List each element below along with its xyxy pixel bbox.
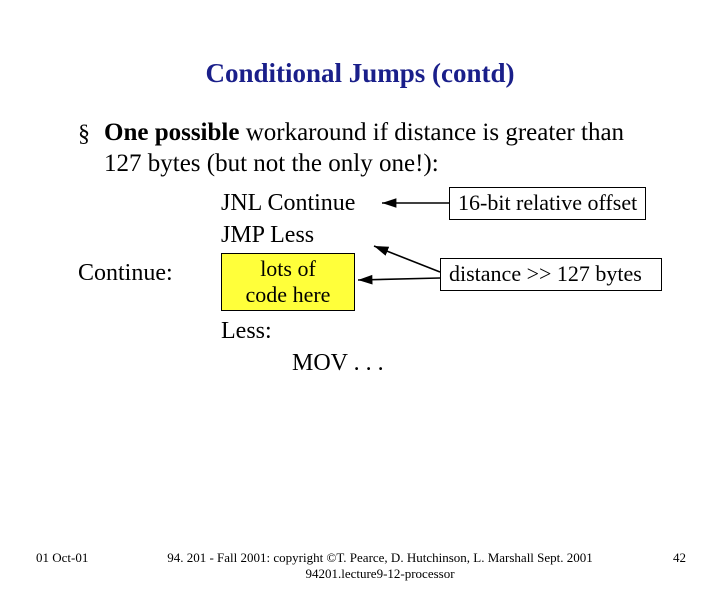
footer-lecture-id: 94201.lecture9-12-processor [110, 566, 650, 582]
code-jnl: JNL Continue [221, 190, 355, 217]
annotation-16bit-offset: 16-bit relative offset [449, 187, 646, 220]
lots-line2: code here [222, 282, 354, 307]
arrow-icon [358, 278, 440, 280]
footer: 01 Oct-01 94. 201 - Fall 2001: copyright… [0, 550, 720, 583]
footer-center: 94. 201 - Fall 2001: copyright ©T. Pearc… [110, 550, 650, 583]
slide: Conditional Jumps (contd) § One possible… [0, 58, 720, 598]
lots-line1: lots of [222, 256, 354, 281]
code-mov: MOV . . . [292, 350, 384, 377]
footer-date: 01 Oct-01 [0, 550, 110, 583]
arrows-svg [0, 186, 720, 431]
arrow-icon [374, 246, 440, 272]
bullet-text: One possible workaround if distance is g… [104, 117, 660, 180]
bullet-marker: § [78, 119, 104, 149]
annotation-distance: distance >> 127 bytes [440, 258, 662, 291]
footer-page-number: 42 [650, 550, 720, 583]
code-jmp: JMP Less [221, 222, 314, 249]
slide-title: Conditional Jumps (contd) [0, 58, 720, 89]
label-less: Less: [221, 318, 272, 345]
footer-copyright: 94. 201 - Fall 2001: copyright ©T. Pearc… [110, 550, 650, 566]
label-continue: Continue: [78, 260, 173, 287]
code-lots-box: lots of code here [221, 253, 355, 311]
diagram-area: JNL Continue JMP Less Continue: lots of … [0, 186, 720, 431]
bullet-item: § One possible workaround if distance is… [0, 117, 720, 180]
